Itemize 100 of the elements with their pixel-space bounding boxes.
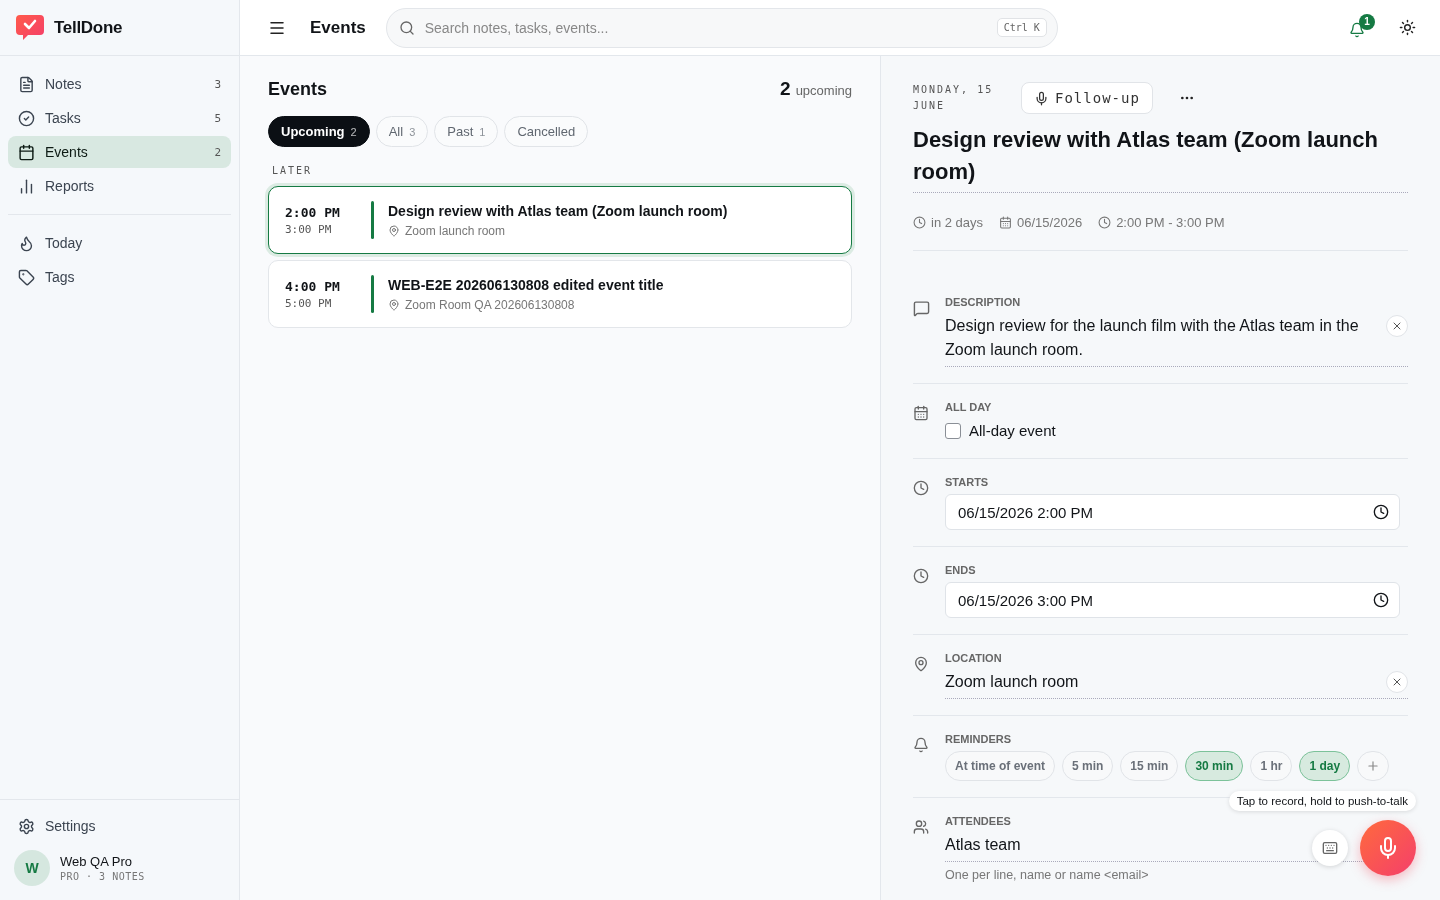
keyboard-button[interactable] [1312,830,1348,866]
sidebar-item[interactable]: Today [8,227,231,259]
start-time: 2:00 PM [285,204,341,220]
text-value[interactable]: Zoom launch room [945,670,1386,694]
follow-up-button[interactable]: Follow-up [1021,82,1153,114]
filter-tab[interactable]: Upcoming 2 [268,116,370,147]
checkbox[interactable] [945,422,961,439]
list-title: Events [268,78,328,100]
settings-item[interactable]: Settings [8,810,231,842]
location-pin-icon [388,224,400,237]
filter-tab[interactable]: Cancelled [504,116,589,147]
sidebar-label: Settings [45,818,97,834]
app-name: TellDone [54,17,123,38]
upcoming-label: upcoming [795,83,852,98]
item-count: 5 [214,111,221,125]
search-bar[interactable]: Search notes, tasks, events... Ctrl K [385,7,1058,48]
sidebar-item[interactable]: Tasks 5 [8,102,231,134]
clear-button[interactable] [1386,671,1408,693]
plus-icon [1366,759,1381,773]
field-label: ENDS [945,564,977,576]
sidebar-item[interactable]: Notes 3 [8,68,231,100]
keyboard-icon [1322,840,1338,856]
calendar-icon [913,405,929,421]
sidebar-label: Notes [45,76,83,92]
event-title: WEB-E2E 202606130808 edited event title [388,276,664,293]
sidebar-item[interactable]: Events 2 [8,136,231,168]
document-icon [18,75,35,93]
time-range: 2:00 PM - 3:00 PM [1116,215,1225,230]
reminder-chip[interactable]: At time of event [945,751,1055,781]
reminder-chip[interactable]: 1 day [1299,751,1351,781]
sidebar-item[interactable]: Tags [8,261,231,293]
reminder-chip[interactable]: 30 min [1185,751,1244,781]
bell-icon [913,737,929,753]
end-time: 3:00 PM [285,222,333,236]
tag-icon [18,268,35,286]
sidebar-label: Tags [45,269,76,285]
clear-button[interactable] [1386,315,1408,337]
event-location: Zoom launch room [405,223,506,238]
text-value[interactable]: Design review for the launch film with the Atlas team in the Zoom launch room. [945,314,1386,362]
search-input[interactable]: Search notes, tasks, events... [422,18,989,37]
logo-icon [16,14,44,41]
event-location: Zoom Room QA 202606130808 [405,297,575,312]
location-pin-icon [388,298,400,311]
search-icon [398,19,415,36]
filter-tab[interactable]: Past 1 [434,116,499,147]
field-label: ATTENDEES [945,815,1012,827]
user-avatar[interactable]: W [14,850,50,886]
calendar-icon [999,216,1013,229]
clock-icon [1098,216,1112,229]
sidebar-label: Events [45,144,89,160]
check-circle-icon [18,109,35,127]
bar-chart-icon [18,177,35,195]
upcoming-count: 2 [780,78,791,100]
shortcut-hint: Ctrl K [996,18,1047,37]
event-title-field[interactable]: Design review with Atlas team (Zoom launch room) [913,124,1408,193]
reminder-chip[interactable]: 5 min [1062,751,1114,781]
flame-icon [18,234,35,252]
event-date: MONDAY, 15 JUNE [913,83,995,113]
close-icon [1391,676,1403,688]
clock-icon [1373,504,1389,520]
event-card[interactable]: 4:00 PM 5:00 PM WEB-E2E 202606130808 edited event title Zoom Room QA 202606130808 [268,260,852,328]
sidebar-label: Tasks [45,110,82,126]
datetime-field[interactable]: 06/15/2026 2:00 PM [945,494,1400,530]
datetime-field[interactable]: 06/15/2026 3:00 PM [945,582,1400,618]
group-heading: LATER [272,165,314,176]
field-label: REMINDERS [945,733,1012,745]
sidebar-item[interactable]: Reports [8,170,231,202]
filter-tab[interactable]: All 3 [375,116,429,147]
item-count: 3 [214,77,221,91]
people-icon [913,819,929,835]
event-card[interactable]: 2:00 PM 3:00 PM Design review with Atlas team (Zoom launch room) Zoom launch room [268,186,852,254]
event-date-value: 06/15/2026 [1017,215,1083,230]
clock-icon [1373,592,1389,608]
start-time: 4:00 PM [285,278,341,294]
checkbox-label: All-day event [969,422,1056,439]
field-label: STARTS [945,476,990,488]
tooltip: Tap to record, hold to push-to-talk [1228,791,1416,811]
field-label: ALL DAY [945,401,993,413]
page-title: Events [310,17,366,38]
comment-icon [913,300,930,317]
settings-icon [18,817,35,835]
field-hint: One per line, name or name <email> [945,868,1149,882]
item-count: 2 [214,145,221,159]
field-label: DESCRIPTION [945,296,1022,308]
microphone-icon [1034,90,1049,106]
clock-icon [913,216,926,229]
event-color-bar [371,201,374,239]
reminder-chip[interactable]: 15 min [1120,751,1179,781]
clock-icon [913,480,929,496]
user-plan: PRO · 3 NOTES [60,871,145,882]
relative-time: in 2 days [931,215,984,230]
record-button[interactable] [1360,820,1416,876]
calendar-icon [18,143,35,161]
notification-badge: 1 [1359,13,1375,30]
field-label: LOCATION [945,652,1003,664]
reminder-chip[interactable]: 1 hr [1250,751,1293,781]
event-color-bar [371,275,374,313]
sidebar-label: Today [45,235,84,251]
notifications-button[interactable]: 1 [1345,13,1375,42]
close-icon [1391,320,1403,332]
